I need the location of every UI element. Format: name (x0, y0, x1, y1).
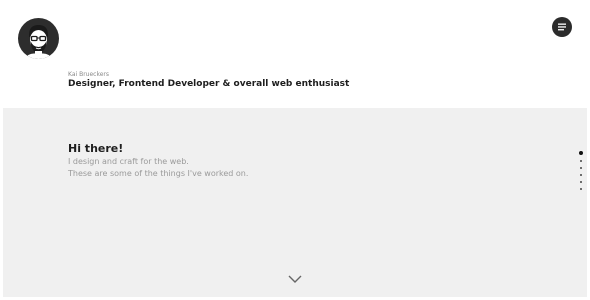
section-nav-dot[interactable] (580, 160, 582, 162)
section-nav-dot[interactable] (579, 151, 583, 155)
menu-button[interactable] (552, 17, 572, 37)
chevron-down-icon (288, 275, 302, 283)
page: Kai Brueckers Designer, Frontend Develop… (0, 0, 590, 300)
section-nav-dot[interactable] (580, 174, 582, 176)
section-nav-dot[interactable] (580, 188, 582, 190)
author-name: Kai Brueckers (68, 71, 110, 78)
tagline: Designer, Frontend Developer & overall w… (68, 79, 350, 89)
hamburger-menu-icon (558, 23, 566, 31)
section-nav-dot[interactable] (580, 181, 582, 183)
hero-text-line: These are some of the things I've worked… (68, 169, 249, 178)
avatar-icon[interactable] (18, 18, 59, 59)
section-nav-dot[interactable] (580, 167, 582, 169)
hero-title: Hi there! (68, 142, 124, 155)
section-nav (578, 151, 584, 195)
hero-text-line: I design and craft for the web. (68, 157, 189, 166)
scroll-down-button[interactable] (286, 272, 304, 286)
hero-section: Hi there! I design and craft for the web… (3, 108, 587, 297)
